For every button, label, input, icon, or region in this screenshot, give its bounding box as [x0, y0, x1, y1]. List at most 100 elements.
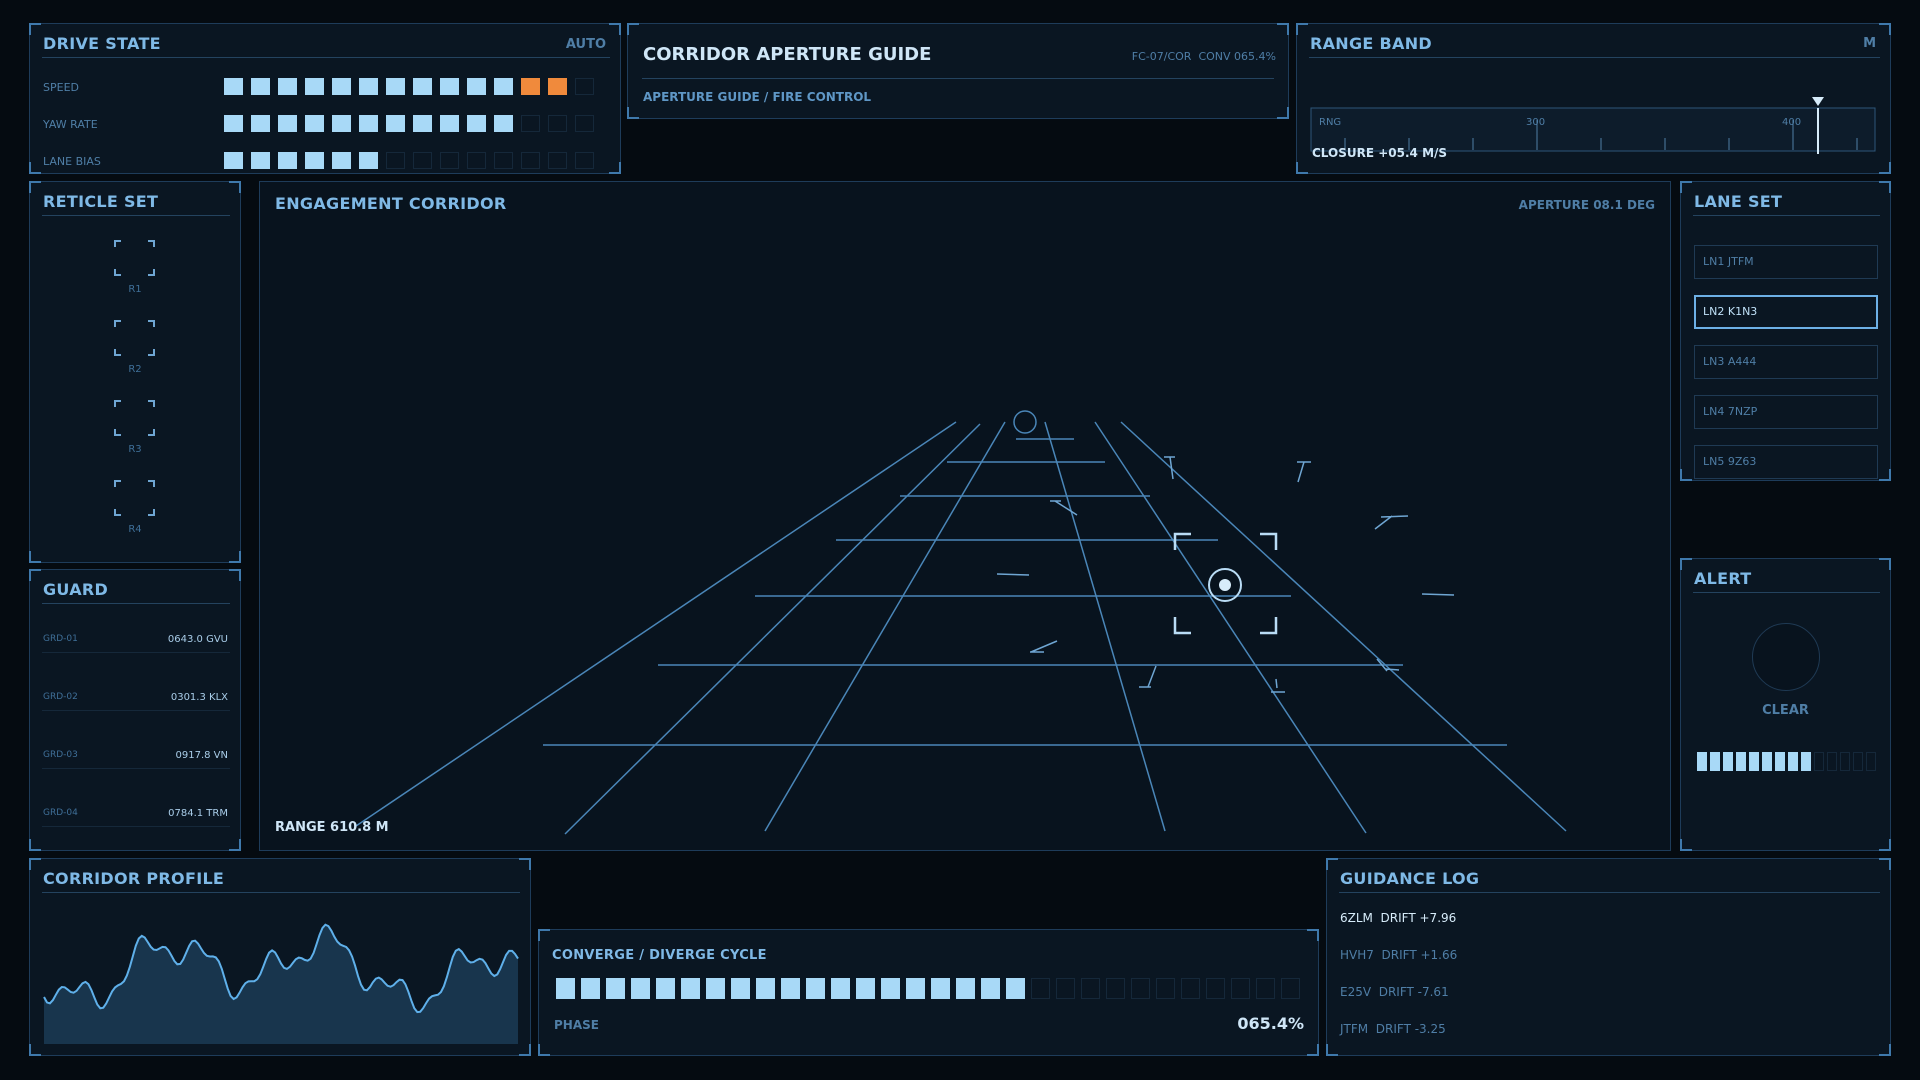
log-entry-id: JTFM: [1340, 1022, 1369, 1036]
guard-row-id: GRD-03: [43, 750, 78, 760]
drive-segment: [413, 152, 432, 169]
alert-segment: [1866, 752, 1876, 771]
drive-segment: [440, 115, 459, 132]
system-code: FC-07/COR: [1131, 50, 1192, 63]
drive-segment: [548, 78, 567, 95]
range-scale: RNG 300 400: [1310, 97, 1876, 154]
cycle-segment: [1206, 978, 1225, 999]
alert-segment: [1827, 752, 1837, 771]
guard-row-id: GRD-02: [43, 692, 78, 702]
alert-status: CLEAR: [1762, 703, 1809, 718]
alert-segment: [1723, 752, 1733, 771]
log-entry: E25V DRIFT -7.61: [1340, 985, 1449, 999]
lane-item[interactable]: LN3 A444: [1694, 345, 1878, 379]
drive-segment: [251, 152, 270, 169]
guard-row-value: 0784.1 TRM: [168, 808, 228, 819]
corridor-view: [355, 410, 1567, 835]
reticle-label: R3: [128, 444, 142, 455]
cycle-segment: [906, 978, 925, 999]
drive-segment: [521, 78, 540, 95]
alert-title: ALERT: [1694, 569, 1752, 588]
drive-segment: [359, 152, 378, 169]
drive-segment: [224, 152, 243, 169]
range-unit: M: [1863, 36, 1876, 51]
cycle-title: CONVERGE / DIVERGE CYCLE: [552, 948, 767, 963]
reticle-item[interactable]: R4: [110, 476, 160, 536]
range-tick-300: 300: [1526, 117, 1545, 128]
drive-state-title: DRIVE STATE: [43, 34, 161, 53]
lane-set-title: LANE SET: [1694, 192, 1783, 211]
drive-row-label: LANE BIAS: [43, 155, 101, 168]
drive-segment: [386, 78, 405, 95]
lane-item[interactable]: LN4 7NZP: [1694, 395, 1878, 429]
alert-segment: [1697, 752, 1707, 771]
lane-item[interactable]: LN2 K1N3: [1694, 295, 1878, 329]
reticle-item[interactable]: R1: [110, 236, 160, 296]
page-title: CORRIDOR APERTURE GUIDE: [643, 44, 932, 65]
lane-item[interactable]: LN1 JTFM: [1694, 245, 1878, 279]
cycle-segment: [1006, 978, 1025, 999]
drive-segment: [467, 152, 486, 169]
guard-row-value: 0917.8 VN: [175, 750, 229, 761]
guard-row-id: GRD-01: [43, 634, 78, 644]
drive-row-label: SPEED: [43, 81, 79, 94]
drive-row-bar: [224, 115, 594, 132]
drive-segment: [413, 115, 432, 132]
cycle-segment: [1031, 978, 1050, 999]
phase-value: 065.4%: [1237, 1014, 1304, 1033]
drive-row-bar: [224, 78, 594, 95]
drive-segment: [467, 78, 486, 95]
target-dot-icon: [1219, 579, 1231, 591]
lane-item[interactable]: LN5 9Z63: [1694, 445, 1878, 479]
drive-segment: [575, 152, 594, 169]
vanishing-point-marker: [1013, 410, 1037, 434]
drive-segment: [359, 115, 378, 132]
log-entry: HVH7 DRIFT +1.66: [1340, 948, 1457, 962]
log-entry: JTFM DRIFT -3.25: [1340, 1022, 1446, 1036]
alert-segment: [1853, 752, 1863, 771]
drive-row-label: YAW RATE: [43, 118, 98, 131]
log-entry-drift: DRIFT +7.96: [1380, 911, 1457, 925]
drive-segment: [332, 152, 351, 169]
drive-segment: [494, 152, 513, 169]
reticle-bracket-icon: [114, 480, 155, 516]
cycle-segment: [631, 978, 650, 999]
reticle-item[interactable]: R3: [110, 396, 160, 456]
drive-segment: [413, 78, 432, 95]
reticle-bracket-icon: [114, 400, 155, 436]
alert-indicator-icon: [1752, 623, 1820, 691]
cycle-segment: [1181, 978, 1200, 999]
drive-segment: [251, 115, 270, 132]
cycle-segment: [856, 978, 875, 999]
alert-segment: [1814, 752, 1824, 771]
reticle-set-panel: RETICLE SET R1 R2 R3 R4: [29, 181, 241, 563]
guidance-log-panel: GUIDANCE LOG 6ZLM DRIFT +7.96 HVH7 DRIFT …: [1326, 858, 1891, 1056]
reticle-bracket-icon: [114, 320, 155, 356]
cycle-segment: [981, 978, 1000, 999]
alert-segment: [1762, 752, 1772, 771]
cycle-segment: [606, 978, 625, 999]
cycle-segment: [806, 978, 825, 999]
alert-segment: [1736, 752, 1746, 771]
cycle-progress-bar: [556, 978, 1300, 999]
reticle-bracket-icon: [114, 240, 155, 276]
cycle-segment: [1131, 978, 1150, 999]
log-entry-id: E25V: [1340, 985, 1372, 999]
reticle-item[interactable]: R2: [110, 316, 160, 376]
drive-mode-badge: AUTO: [565, 37, 606, 52]
drive-segment: [386, 152, 405, 169]
guard-panel: GUARD GRD-01 0643.0 GVU GRD-02 0301.3 KLX GR…: [29, 569, 241, 851]
cycle-segment: [956, 978, 975, 999]
range-tick-400: 400: [1782, 117, 1801, 128]
log-entry: 6ZLM DRIFT +7.96: [1340, 911, 1456, 925]
drive-segment: [278, 152, 297, 169]
cycle-segment: [1081, 978, 1100, 999]
log-entry-drift: DRIFT -3.25: [1375, 1022, 1446, 1036]
drive-segment: [548, 152, 567, 169]
cycle-panel: CONVERGE / DIVERGE CYCLE PHASE 065.4%: [538, 929, 1319, 1056]
drive-segment: [278, 78, 297, 95]
drive-segment: [575, 115, 594, 132]
drive-segment: [521, 115, 540, 132]
cycle-segment: [556, 978, 575, 999]
cycle-segment: [1106, 978, 1125, 999]
